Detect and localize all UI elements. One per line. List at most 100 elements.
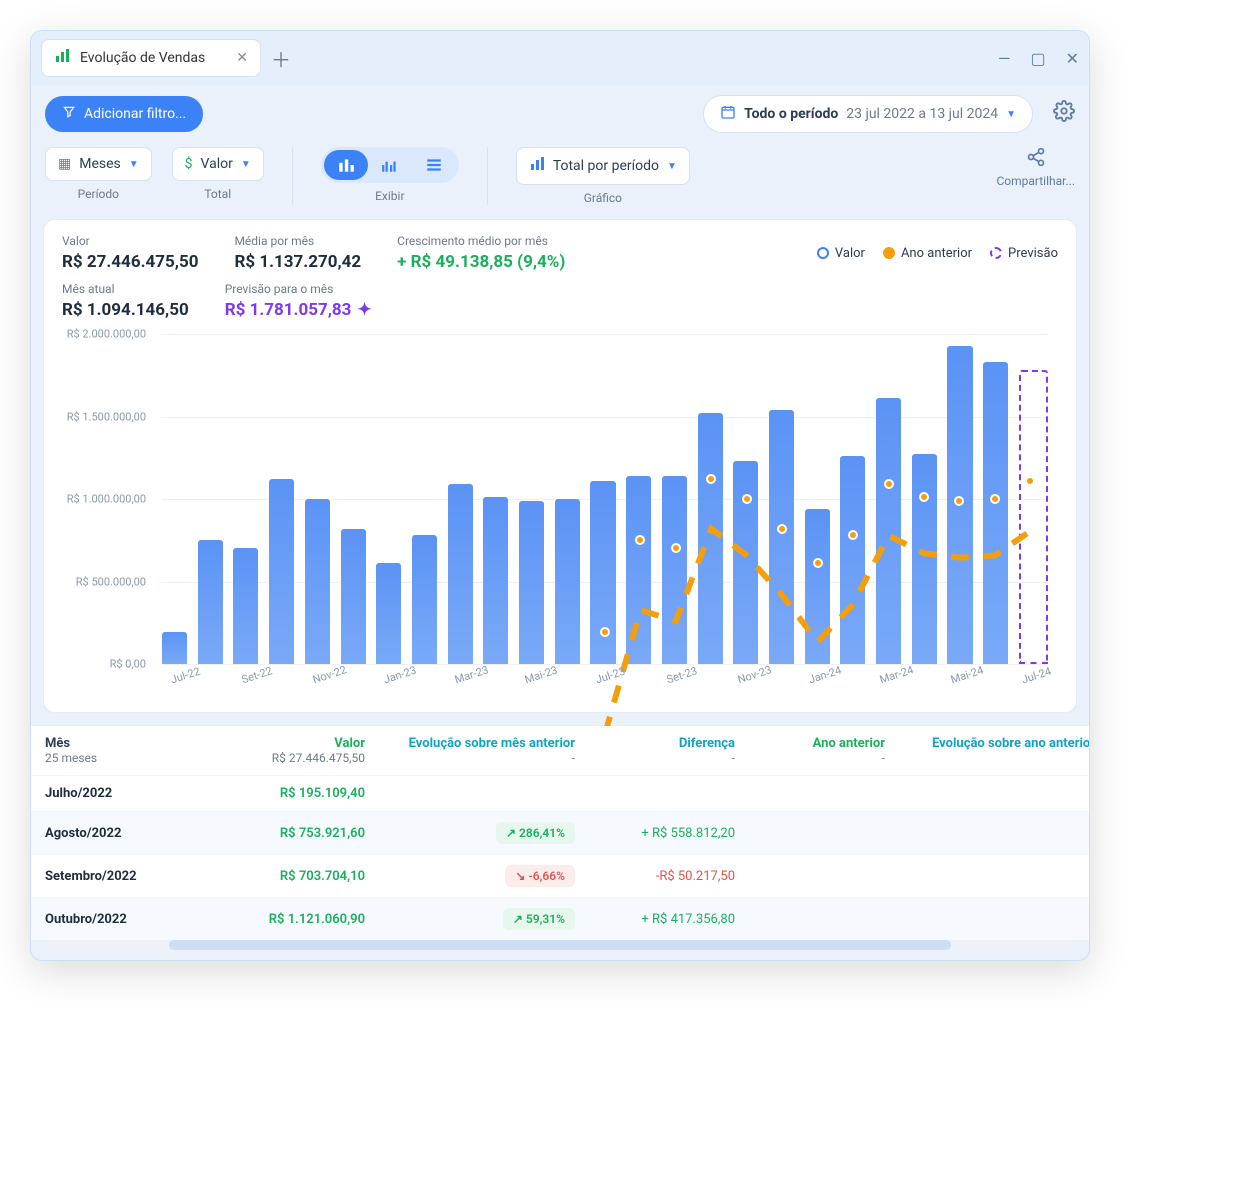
exhibit-caption: Exibir [375, 189, 404, 203]
col-evol-ma[interactable]: Evolução sobre mês anterior [365, 736, 575, 751]
bar[interactable] [876, 398, 901, 664]
bar[interactable] [412, 535, 437, 664]
y-tick: R$ 1.500.000,00 [67, 410, 146, 423]
bar[interactable] [269, 479, 294, 664]
table-row[interactable]: Setembro/2022R$ 703.704,10↘ -6,66%-R$ 50… [31, 854, 1089, 897]
col-sub: - [735, 751, 885, 765]
chart-card: Valor R$ 27.446.475,50 Média por mês R$ … [43, 219, 1077, 713]
add-tab-button[interactable]: ＋ [271, 44, 291, 73]
cell-dif: + R$ 417.356,80 [575, 912, 735, 927]
legend-previsao: Previsão [990, 246, 1058, 261]
stat-value: + R$ 49.138,85 (9,4%) [397, 252, 565, 272]
table-header: Mês 25 meses Valor R$ 27.446.475,50 Evol… [31, 726, 1089, 775]
bar[interactable] [590, 481, 615, 664]
col-ano-ant[interactable]: Ano anterior [735, 736, 885, 751]
chevron-down-icon: ▼ [1006, 109, 1016, 120]
close-tab-icon[interactable]: ✕ [236, 50, 248, 66]
total-selector[interactable]: $ Valor ▼ [172, 147, 264, 181]
bar[interactable] [626, 476, 651, 664]
settings-icon[interactable] [1053, 100, 1075, 128]
bar[interactable] [662, 476, 687, 664]
x-tick: Nov-22 [311, 663, 348, 686]
col-dif[interactable]: Diferença [575, 736, 735, 751]
close-window-icon[interactable]: ✕ [1066, 49, 1079, 68]
x-tick: Set-22 [240, 664, 274, 686]
horizontal-scrollbar[interactable] [45, 940, 1075, 950]
col-mes[interactable]: Mês [45, 736, 215, 751]
bar[interactable] [376, 563, 401, 664]
stat-mes-atual: Mês atual R$ 1.094.146,50 [62, 282, 189, 320]
x-tick: Jul-22 [169, 665, 202, 687]
bar[interactable] [233, 548, 258, 664]
stat-value: R$ 1.137.270,42 [234, 252, 361, 272]
bar[interactable] [341, 529, 366, 664]
view-mode-list-button[interactable] [412, 150, 456, 180]
cell-mes: Outubro/2022 [45, 912, 215, 927]
bar[interactable] [947, 346, 972, 664]
bar[interactable] [733, 461, 758, 664]
period-range-button[interactable]: Todo o período 23 jul 2022 a 13 jul 2024… [703, 95, 1033, 133]
bar[interactable] [983, 362, 1008, 664]
x-tick: Set-23 [665, 664, 699, 686]
cell-mes: Julho/2022 [45, 786, 215, 801]
stat-previsao: Previsão para o mês R$ 1.781.057,83✦ [225, 282, 372, 320]
stat-value: R$ 1.094.146,50 [62, 300, 189, 320]
minimize-icon[interactable]: — [998, 49, 1011, 68]
x-tick: Mai-24 [949, 664, 985, 687]
cell-valor: R$ 195.109,40 [215, 786, 365, 801]
stat-crescimento: Crescimento médio por mês + R$ 49.138,85… [397, 234, 565, 272]
bar[interactable] [1019, 370, 1048, 664]
document-tab[interactable]: Evolução de Vendas ✕ [41, 39, 261, 77]
bar[interactable] [448, 484, 473, 664]
table-row[interactable]: Outubro/2022R$ 1.121.060,90↗ 59,31%+ R$ … [31, 897, 1089, 940]
x-tick: Mar-24 [878, 663, 915, 686]
selectors: ▦ Meses ▼ Período $ Valor ▼ Total [31, 143, 1089, 219]
legend-marker-icon [817, 247, 829, 259]
bar[interactable] [519, 501, 544, 664]
share-label: Compartilhar... [996, 174, 1075, 188]
bar[interactable] [912, 454, 937, 664]
stat-label: Média por mês [234, 234, 361, 248]
view-mode-grouped-button[interactable] [368, 150, 412, 180]
data-table: Mês 25 meses Valor R$ 27.446.475,50 Evol… [31, 725, 1089, 940]
bar[interactable] [162, 632, 187, 664]
x-tick: Mar-23 [453, 663, 490, 686]
bar[interactable] [840, 456, 865, 664]
col-sub: - [575, 751, 735, 765]
calendar-icon [720, 104, 736, 124]
chart-type-selector[interactable]: Total por período ▼ [516, 147, 690, 185]
chevron-down-icon: ▼ [129, 159, 139, 170]
bar[interactable] [698, 413, 723, 664]
table-row[interactable]: Agosto/2022R$ 753.921,60↗ 286,41%+ R$ 55… [31, 811, 1089, 854]
bar[interactable] [198, 540, 223, 664]
share-icon [1026, 147, 1046, 170]
y-tick: R$ 2.000.000,00 [67, 328, 146, 341]
bar[interactable] [805, 509, 830, 664]
legend-valor: Valor [817, 246, 865, 261]
table-row[interactable]: Julho/2022R$ 195.109,40 [31, 775, 1089, 811]
cell-mes: Agosto/2022 [45, 826, 215, 841]
chart-legend: Valor Ano anterior Previsão [817, 234, 1058, 272]
stat-label: Mês atual [62, 282, 189, 296]
col-valor[interactable]: Valor [215, 736, 365, 751]
tab-title: Evolução de Vendas [80, 50, 205, 66]
bar[interactable] [305, 499, 330, 664]
view-mode-bar-button[interactable] [324, 150, 368, 180]
bar-chart-icon [54, 48, 70, 68]
bar[interactable] [555, 499, 580, 664]
share-button[interactable]: Compartilhar... [996, 147, 1075, 188]
col-evol-aa[interactable]: Evolução sobre ano anterior [885, 736, 1089, 751]
chart-caption: Gráfico [584, 191, 622, 205]
period-selector[interactable]: ▦ Meses ▼ [45, 147, 152, 181]
col-sub: - [365, 751, 575, 765]
total-selector-label: Valor [201, 156, 233, 172]
bar[interactable] [483, 497, 508, 664]
bar[interactable] [769, 410, 794, 664]
maximize-icon[interactable]: ▢ [1030, 49, 1045, 68]
x-tick: Jan-24 [807, 664, 843, 687]
period-range-label: Todo o período [744, 106, 838, 122]
cell-evol-ma: ↘ -6,66% [365, 865, 575, 887]
stat-label: Crescimento médio por mês [397, 234, 565, 248]
chevron-down-icon: ▼ [241, 159, 251, 170]
add-filter-button[interactable]: Adicionar filtro... [45, 96, 203, 132]
